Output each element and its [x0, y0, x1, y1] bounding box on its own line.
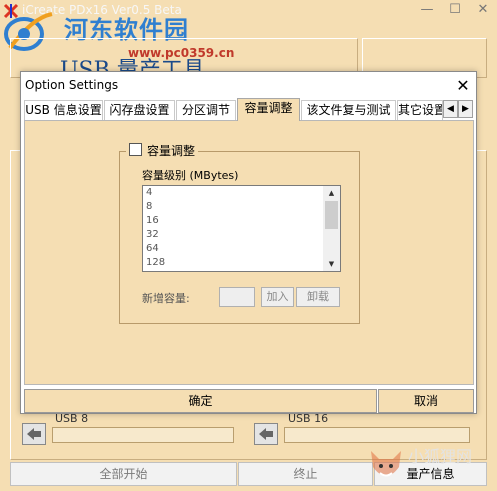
add-capacity-label: 新增容量:: [142, 292, 190, 305]
capacity-checkbox-label: 容量调整: [147, 144, 196, 158]
minimize-button[interactable]: —: [413, 0, 441, 20]
close-button[interactable]: ✕: [469, 0, 497, 20]
capacity-level-list[interactable]: 4 8 16 32 64 128 ▲ ▼: [142, 185, 341, 272]
dialog-close-button[interactable]: ✕: [450, 73, 476, 99]
triangle-left-icon: ◀: [447, 104, 454, 114]
list-item[interactable]: 8: [143, 200, 340, 214]
add-button[interactable]: 加入: [261, 287, 294, 307]
stop-button[interactable]: 终止: [238, 462, 373, 486]
tab-partition[interactable]: 分区调节: [176, 100, 236, 120]
port-arrow-button[interactable]: [22, 423, 46, 445]
close-icon: ✕: [456, 76, 470, 95]
tab-flash-disk[interactable]: 闪存盘设置: [104, 100, 175, 120]
settings-tabs: USB 信息设置 闪存盘设置 分区调节 容量调整 该文件复与测试 其它设置 ◀ …: [24, 98, 475, 121]
scroll-down-button[interactable]: ▼: [323, 257, 340, 271]
list-item[interactable]: 4: [143, 186, 340, 200]
list-item[interactable]: 128: [143, 256, 340, 270]
list-item[interactable]: 16: [143, 214, 340, 228]
port-status-field: [284, 427, 470, 443]
start-all-button[interactable]: 全部开始: [10, 462, 237, 486]
tab-capacity[interactable]: 容量调整: [237, 98, 300, 121]
port-arrow-button[interactable]: [254, 423, 278, 445]
triangle-right-icon: ▶: [462, 104, 469, 114]
tab-scroll-left-button[interactable]: ◀: [443, 100, 458, 118]
capacity-tab-panel: 容量调整 容量级别 (MBytes) 4 8 16 32 64 128 ▲ ▼ …: [24, 120, 474, 385]
tab-file-copy-test[interactable]: 该文件复与测试: [301, 100, 396, 120]
ok-button[interactable]: 确定: [24, 389, 377, 413]
corner-watermark-text: 小狐狸网: [408, 447, 473, 466]
cancel-button[interactable]: 取消: [378, 389, 474, 413]
scroll-up-button[interactable]: ▲: [323, 186, 340, 200]
list-item[interactable]: 64: [143, 242, 340, 256]
tab-other-settings[interactable]: 其它设置: [397, 100, 443, 120]
scrollbar-thumb[interactable]: [325, 201, 338, 229]
tab-usb-info[interactable]: USB 信息设置: [24, 100, 103, 120]
capacity-checkbox[interactable]: 容量调整: [126, 142, 199, 158]
remove-button[interactable]: 卸载: [296, 287, 340, 307]
add-capacity-input[interactable]: [219, 287, 255, 307]
fox-logo-icon: [371, 451, 401, 477]
option-settings-dialog: Option Settings ✕ USB 信息设置 闪存盘设置 分区调节 容量…: [20, 71, 477, 414]
arrow-left-icon: [259, 428, 273, 440]
chevron-down-icon: ▼: [328, 260, 335, 268]
maximize-button[interactable]: ☐: [441, 0, 469, 20]
dialog-title: Option Settings: [25, 78, 119, 92]
list-scrollbar[interactable]: ▲ ▼: [323, 186, 340, 271]
capacity-level-label: 容量级别 (MBytes): [142, 169, 239, 182]
list-item[interactable]: 32: [143, 228, 340, 242]
chevron-up-icon: ▲: [328, 189, 335, 197]
tab-scroll-right-button[interactable]: ▶: [458, 100, 473, 118]
checkbox-icon[interactable]: [129, 143, 142, 156]
arrow-left-icon: [27, 428, 41, 440]
port-status-field: [52, 427, 234, 443]
